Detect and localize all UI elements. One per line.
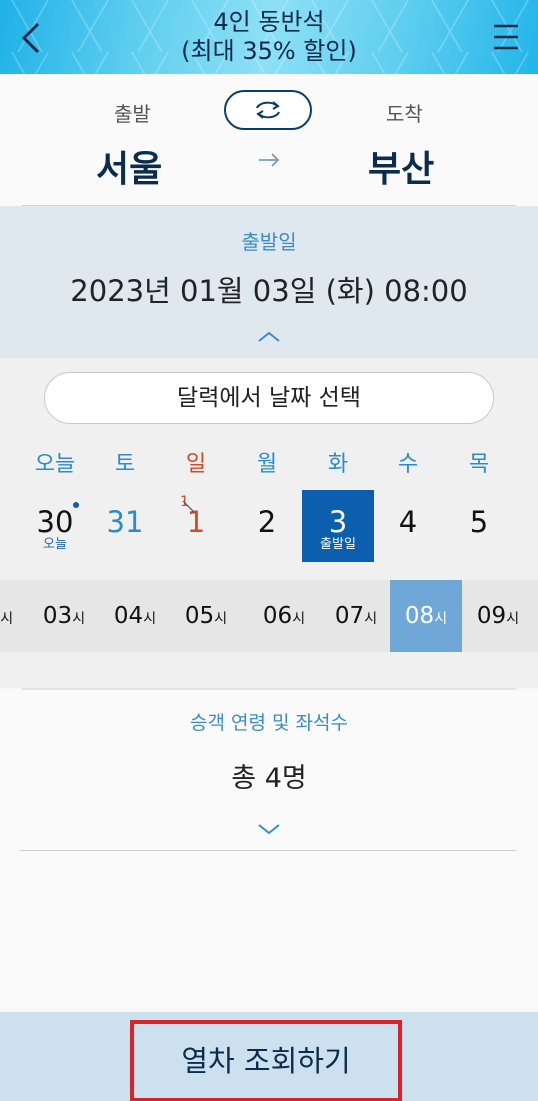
hour-value: 03 <box>42 603 73 629</box>
departure-label: 출발 <box>114 102 151 126</box>
departure-date-value: 2023년 01월 03일 (화) 08:00 <box>70 274 468 308</box>
passenger-label: 승객 연령 및 좌석수 <box>190 712 348 734</box>
arrow-right-icon <box>259 153 280 167</box>
month-divider-icon <box>182 500 196 514</box>
day-number: 31 <box>106 505 144 539</box>
hour-unit: 시 <box>214 611 228 627</box>
arrival-label: 도착 <box>386 102 423 126</box>
calendar-day[interactable]: 1 <box>160 490 232 562</box>
passenger-divider <box>20 850 516 851</box>
calendar-day[interactable]: 4 <box>372 490 444 562</box>
swap-stations-button[interactable] <box>224 90 312 130</box>
departure-station[interactable]: 서울 <box>96 140 162 192</box>
hour-unit: 시 <box>292 611 306 627</box>
calendar-select-button[interactable]: 달력에서 날짜 선택 <box>44 372 494 424</box>
hour-unit: 시 <box>434 611 448 627</box>
today-caption: 오늘 <box>43 537 67 552</box>
hour-unit: 시 <box>0 611 14 627</box>
weekday-today: 오늘 <box>34 452 76 477</box>
hour-selector[interactable]: 02시 03시 04시 05시 06시 07시 08시 09시 <box>0 580 538 652</box>
hour-option[interactable]: 05시 <box>170 580 242 652</box>
hour-option[interactable]: 07시 <box>320 580 392 652</box>
weekday-wed: 수 <box>397 452 419 477</box>
chevron-up-icon[interactable] <box>256 330 282 344</box>
calendar-day[interactable]: 31 <box>89 490 161 562</box>
hour-unit: 시 <box>72 611 86 627</box>
hamburger-menu-icon <box>494 24 518 50</box>
calendar-day-selected[interactable]: 3 출발일 <box>302 490 374 562</box>
hour-option[interactable]: 02시 <box>0 580 28 652</box>
hour-value: 08 <box>404 603 435 629</box>
day-number: 1 <box>186 505 206 539</box>
weekday-thu: 목 <box>468 452 490 477</box>
passenger-section[interactable]: 승객 연령 및 좌석수 총 4명 <box>0 690 538 1010</box>
calendar-day[interactable]: 5 <box>443 490 515 562</box>
departure-date-label: 출발일 <box>241 230 297 254</box>
today-dot-indicator <box>73 502 79 508</box>
hour-option[interactable]: 06시 <box>248 580 320 652</box>
hour-value: 06 <box>262 603 293 629</box>
route-section: 출발 도착 서울 부산 <box>0 74 538 206</box>
hour-option-selected[interactable]: 08시 <box>390 580 462 652</box>
weekday-sun: 일 <box>185 452 207 477</box>
hour-value: 09 <box>476 603 507 629</box>
hour-value: 05 <box>184 603 215 629</box>
calendar-section: 달력에서 날짜 선택 오늘 토 일 월 화 수 목 30 오늘 31 1 2 3… <box>0 358 538 688</box>
chevron-down-icon[interactable] <box>256 822 282 836</box>
hour-option[interactable]: 03시 <box>28 580 100 652</box>
arrival-station[interactable]: 부산 <box>368 140 434 192</box>
day-number: 2 <box>257 505 277 539</box>
hour-value: 04 <box>113 603 144 629</box>
weekday-mon: 월 <box>256 452 278 477</box>
hour-option[interactable]: 09시 <box>462 580 534 652</box>
swap-icon <box>256 101 280 119</box>
chevron-left-icon <box>21 22 40 54</box>
hour-option[interactable]: 04시 <box>99 580 171 652</box>
hour-unit: 시 <box>143 611 157 627</box>
search-trains-button[interactable]: 열차 조회하기 <box>130 1020 402 1101</box>
weekday-tue: 화 <box>327 452 349 477</box>
calendar-day[interactable]: 30 오늘 <box>19 490 91 562</box>
page-title: 4인 동반석 (최대 35% 할인) <box>110 8 428 66</box>
hour-value: 07 <box>334 603 365 629</box>
title-line-1: 4인 동반석 <box>213 8 325 36</box>
hour-unit: 시 <box>506 611 520 627</box>
menu-button[interactable] <box>488 20 524 54</box>
passenger-count: 총 4명 <box>231 763 307 794</box>
departure-date-section[interactable]: 출발일 2023년 01월 03일 (화) 08:00 <box>0 206 538 358</box>
header-bar: 4인 동반석 (최대 35% 할인) <box>0 0 538 74</box>
day-number: 5 <box>469 505 489 539</box>
day-number: 30 <box>36 505 74 539</box>
weekday-sat: 토 <box>114 452 136 477</box>
day-number: 3 <box>328 505 348 539</box>
bottom-action-bar: 열차 조회하기 <box>0 1012 538 1101</box>
title-line-2: (최대 35% 할인) <box>181 37 357 65</box>
day-number: 4 <box>398 505 418 539</box>
calendar-day[interactable]: 2 <box>231 490 303 562</box>
app-screen: 4인 동반석 (최대 35% 할인) 출발 도착 서울 부산 출발일 2023년… <box>0 0 538 1101</box>
back-button[interactable] <box>14 18 50 58</box>
departure-day-caption: 출발일 <box>320 537 356 552</box>
hour-unit: 시 <box>364 611 378 627</box>
